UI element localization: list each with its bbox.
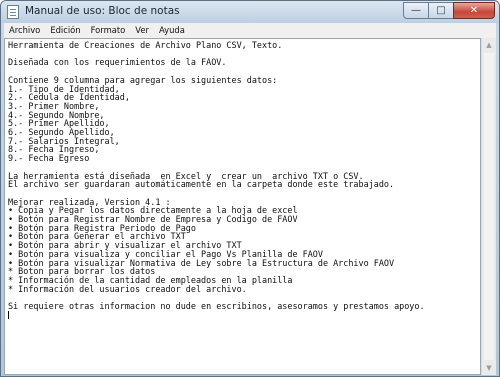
menu-ayuda[interactable]: Ayuda	[154, 23, 190, 38]
text-line: Herramienta de Creaciones de Archivo Pla…	[8, 40, 283, 50]
document-text[interactable]: Herramienta de Creaciones de Archivo Pla…	[5, 39, 480, 320]
menu-edicion[interactable]: Edición	[45, 23, 85, 38]
scroll-up-button[interactable]: ▲	[482, 38, 496, 52]
text-line: * Información del usuarios creador del a…	[8, 283, 247, 294]
title-bar[interactable]: Manual de uso: Bloc de notas — □ ✕	[1, 1, 499, 23]
minimize-icon: —	[411, 5, 421, 16]
menu-ver[interactable]: Ver	[130, 23, 154, 38]
scroll-up-icon: ▲	[486, 41, 492, 49]
menu-formato[interactable]: Formato	[86, 23, 131, 38]
text-line: Diseñada con los requerimientos de la FA…	[8, 57, 227, 68]
text-line: El archivo ser guardaran automáticamente…	[8, 179, 395, 190]
scroll-track[interactable]	[484, 53, 494, 360]
menu-bar: Archivo Edición Formato Ver Ayuda	[4, 23, 496, 39]
text-editor-area[interactable]: Herramienta de Creaciones de Archivo Pla…	[4, 38, 481, 375]
scroll-down-button[interactable]: ▼	[482, 361, 496, 375]
caption-buttons: — □ ✕	[403, 2, 495, 20]
close-icon: ✕	[469, 5, 479, 16]
close-button[interactable]: ✕	[453, 2, 495, 19]
maximize-button[interactable]: □	[428, 2, 454, 19]
minimize-button[interactable]: —	[403, 2, 429, 19]
menu-archivo[interactable]: Archivo	[4, 23, 45, 38]
maximize-icon: □	[436, 5, 446, 16]
text-line: 9.- Fecha Egreso	[8, 153, 90, 164]
text-cursor	[8, 310, 9, 319]
scroll-down-icon: ▼	[486, 364, 492, 372]
text-line: Si requiere otras informacion no dude en…	[8, 301, 425, 312]
window-title: Manual de uso: Bloc de notas	[25, 5, 180, 17]
notepad-icon	[7, 5, 19, 19]
vertical-scrollbar[interactable]: ▲ ▼	[481, 38, 496, 375]
notepad-window: Manual de uso: Bloc de notas — □ ✕ Archi…	[0, 0, 500, 377]
